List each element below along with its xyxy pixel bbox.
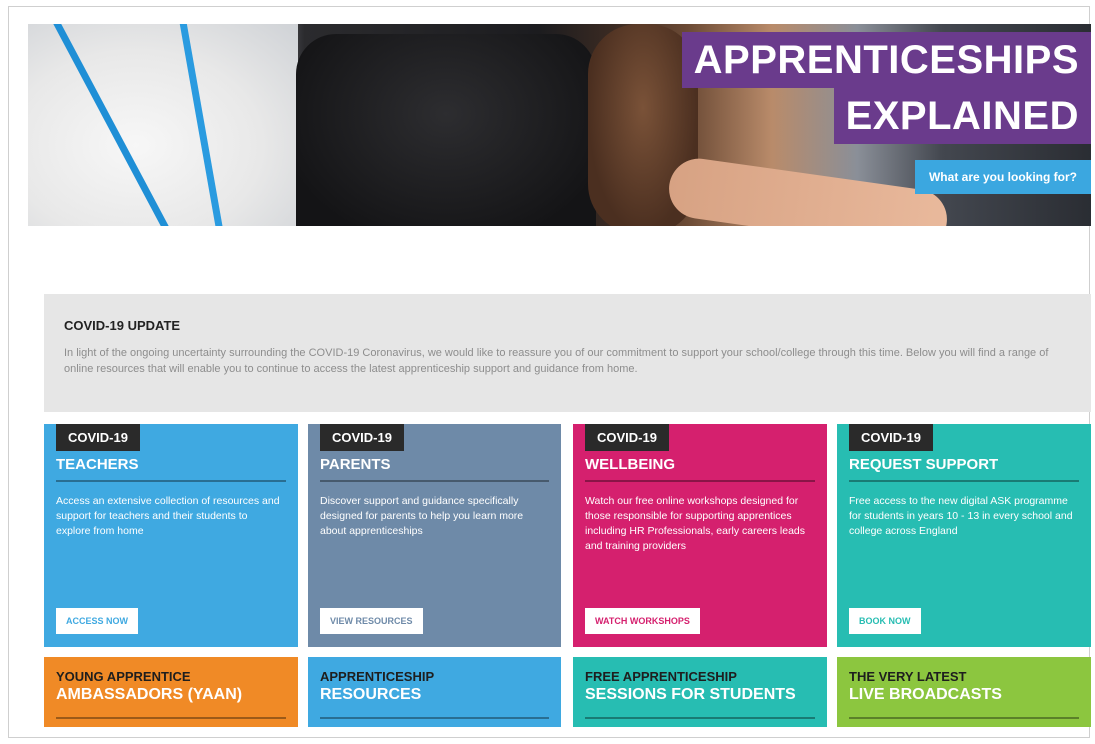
tile-title: SESSIONS FOR STUDENTS — [585, 686, 796, 703]
card-parents: COVID-19 PARENTS Discover support and gu… — [308, 424, 561, 647]
card-title[interactable]: WELLBEING — [585, 456, 675, 473]
what-are-you-looking-for-button[interactable]: What are you looking for? — [914, 160, 1091, 194]
tile-label: FREE APPRENTICESHIP — [585, 669, 737, 684]
card-wellbeing: COVID-19 WELLBEING Watch our free online… — [573, 424, 827, 647]
hero-title-line1: APPRENTICESHIPS — [681, 32, 1091, 88]
card-description: Free access to the new digital ASK progr… — [849, 495, 1073, 537]
hero-banner: APPRENTICESHIPS EXPLAINED What are you l… — [28, 24, 1091, 226]
covid-badge: COVID-19 — [585, 424, 669, 451]
access-now-button[interactable]: ACCESS NOW — [56, 608, 139, 634]
covid-badge: COVID-19 — [320, 424, 404, 451]
divider — [849, 480, 1079, 482]
tile-label: APPRENTICESHIP — [320, 669, 435, 684]
covid-badge: COVID-19 — [56, 424, 140, 451]
card-description: Watch our free online workshops designed… — [585, 495, 806, 552]
card-description: Access an extensive collection of resour… — [56, 495, 280, 537]
card-title[interactable]: TEACHERS — [56, 456, 139, 473]
tile-free-apprenticeship-sessions[interactable]: FREE APPRENTICESHIP SESSIONS FOR STUDENT… — [573, 657, 827, 727]
divider — [849, 717, 1079, 719]
tile-label: THE VERY LATEST — [849, 669, 967, 684]
card-title[interactable]: REQUEST SUPPORT — [849, 456, 998, 473]
tile-apprenticeship-resources[interactable]: APPRENTICESHIP RESOURCES — [308, 657, 561, 727]
divider — [320, 717, 549, 719]
view-resources-button[interactable]: VIEW RESOURCES — [320, 608, 423, 634]
card-title[interactable]: PARENTS — [320, 456, 391, 473]
covid-update-text: In light of the ongoing uncertainty surr… — [64, 347, 1049, 375]
covid-badge: COVID-19 — [849, 424, 933, 451]
card-request-support: COVID-19 REQUEST SUPPORT Free access to … — [837, 424, 1091, 647]
hero-photo-arm — [665, 154, 951, 226]
tile-live-broadcasts[interactable]: THE VERY LATEST LIVE BROADCASTS — [837, 657, 1091, 727]
divider — [320, 480, 549, 482]
covid-update-panel: COVID-19 UPDATE In light of the ongoing … — [44, 294, 1091, 412]
divider — [585, 480, 815, 482]
tile-title: AMBASSADORS (YAAN) — [56, 686, 243, 703]
divider — [56, 717, 286, 719]
covid-update-heading: COVID-19 UPDATE — [64, 318, 181, 333]
hero-photo-student-dark-shirt — [296, 34, 596, 226]
card-teachers: COVID-19 TEACHERS Access an extensive co… — [44, 424, 298, 647]
tile-label: YOUNG APPRENTICE — [56, 669, 191, 684]
divider — [56, 480, 286, 482]
tile-title: LIVE BROADCASTS — [849, 686, 1002, 703]
divider — [585, 717, 815, 719]
book-now-button[interactable]: BOOK NOW — [849, 608, 921, 634]
hero-title-line2: EXPLAINED — [833, 88, 1091, 144]
card-description: Discover support and guidance specifical… — [320, 495, 524, 537]
tile-title: RESOURCES — [320, 686, 422, 703]
tile-young-apprentice-ambassadors[interactable]: YOUNG APPRENTICE AMBASSADORS (YAAN) — [44, 657, 298, 727]
watch-workshops-button[interactable]: WATCH WORKSHOPS — [585, 608, 700, 634]
